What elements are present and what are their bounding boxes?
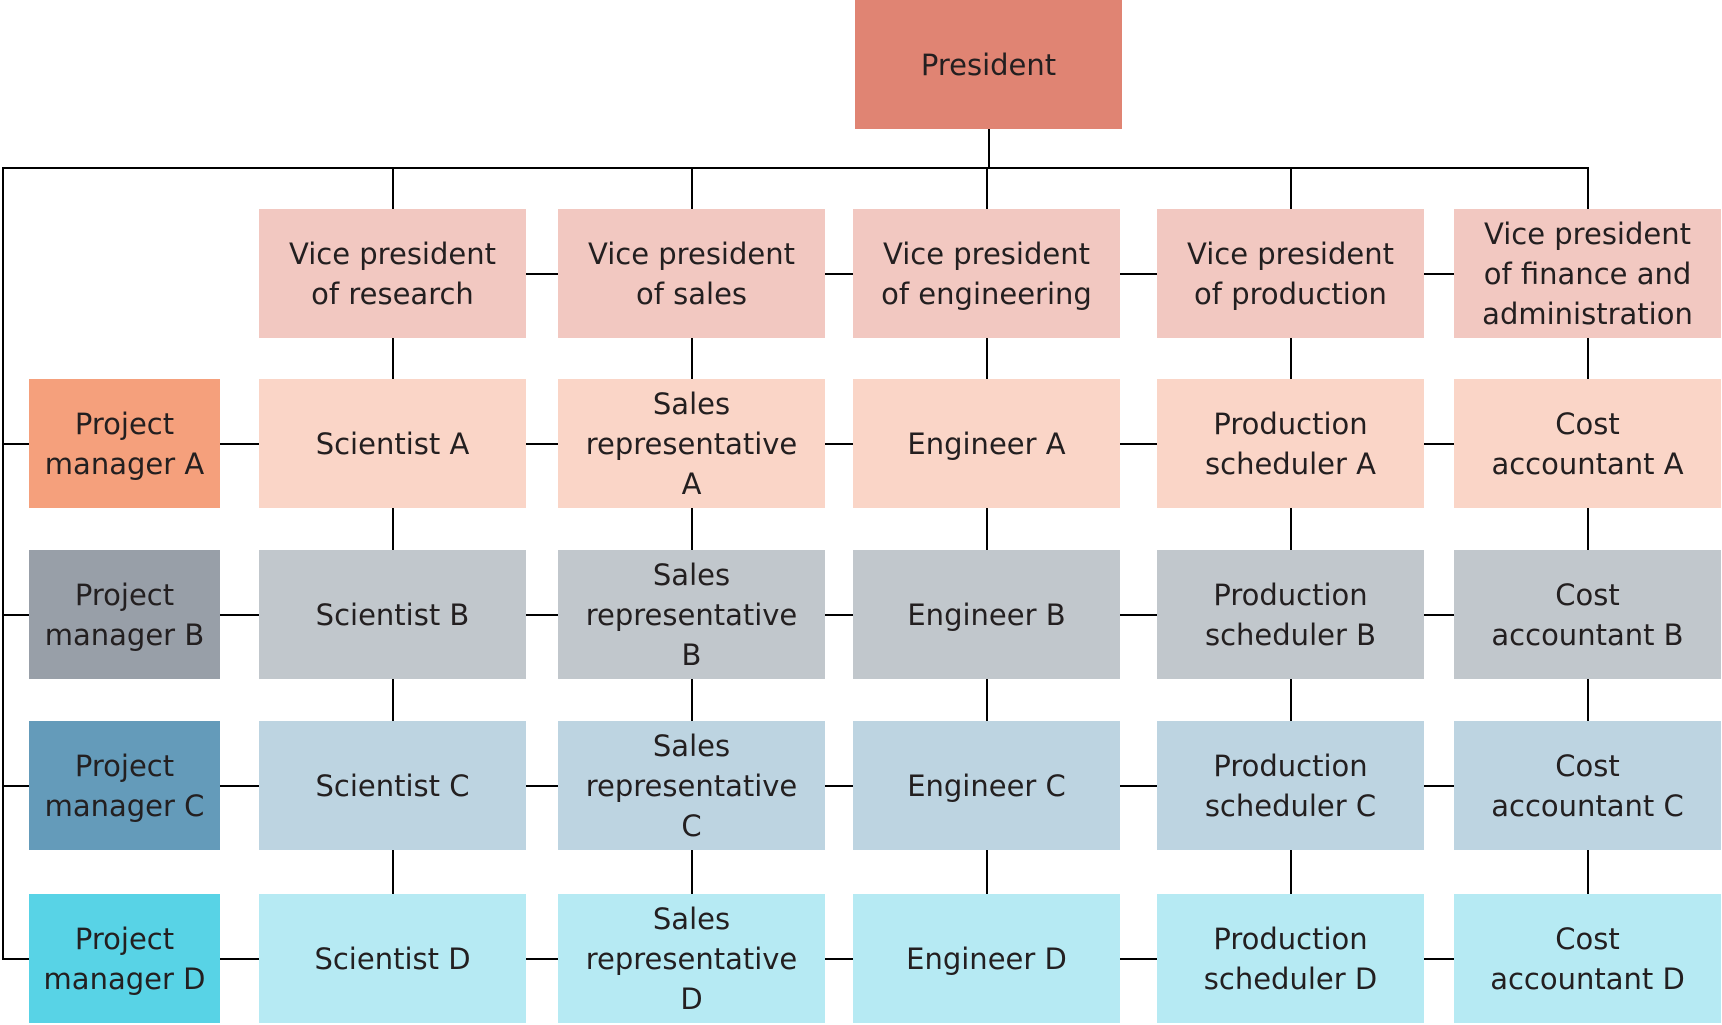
vp-research-box: Vice president of research bbox=[259, 209, 526, 338]
project-manager-a-box-label: Project manager A bbox=[44, 406, 205, 481]
project-manager-b-box: Project manager B bbox=[29, 550, 220, 679]
project-manager-c-box-label: Project manager C bbox=[44, 748, 205, 823]
vp-research-box-label: Vice president of research bbox=[289, 236, 496, 311]
project-manager-d-box-label: Project manager D bbox=[43, 921, 206, 996]
member-c-engineering-box: Engineer C bbox=[853, 721, 1120, 850]
vp-sales-box-label: Vice president of sales bbox=[588, 236, 795, 311]
member-d-finance-box-label: Cost accountant D bbox=[1490, 921, 1685, 996]
member-d-research-box-label: Scientist D bbox=[314, 941, 471, 976]
vp-sales-box: Vice president of sales bbox=[558, 209, 825, 338]
vp-production-box-label: Vice president of production bbox=[1187, 236, 1394, 311]
member-a-research-box-label: Scientist A bbox=[315, 426, 470, 461]
member-d-research-box: Scientist D bbox=[259, 894, 526, 1023]
member-a-sales-box-label: Sales representative A bbox=[585, 386, 798, 501]
member-c-sales-box: Sales representative C bbox=[558, 721, 825, 850]
vp-production-box: Vice president of production bbox=[1157, 209, 1424, 338]
member-a-engineering-box: Engineer A bbox=[853, 379, 1120, 508]
member-b-research-box-label: Scientist B bbox=[315, 597, 470, 632]
vp-finance-box-label: Vice president of finance and administra… bbox=[1482, 216, 1693, 331]
president-connector bbox=[987, 129, 990, 168]
member-c-sales-box-label: Sales representative C bbox=[585, 728, 798, 843]
member-a-engineering-box-label: Engineer A bbox=[907, 426, 1066, 461]
member-a-finance-box-label: Cost accountant A bbox=[1491, 406, 1684, 481]
member-a-production-box: Production scheduler A bbox=[1157, 379, 1424, 508]
member-c-production-box: Production scheduler C bbox=[1157, 721, 1424, 850]
member-b-sales-box-label: Sales representative B bbox=[585, 557, 798, 672]
member-d-sales-box: Sales representative D bbox=[558, 894, 825, 1023]
member-b-finance-box-label: Cost accountant B bbox=[1491, 577, 1684, 652]
member-a-production-box-label: Production scheduler A bbox=[1205, 406, 1376, 481]
member-b-production-box-label: Production scheduler B bbox=[1205, 577, 1376, 652]
member-a-sales-box: Sales representative A bbox=[558, 379, 825, 508]
member-d-sales-box-label: Sales representative D bbox=[585, 901, 798, 1016]
president-box-label: President bbox=[920, 47, 1057, 82]
left-spine-line bbox=[2, 167, 4, 960]
member-c-finance-box: Cost accountant C bbox=[1454, 721, 1721, 850]
member-b-production-box: Production scheduler B bbox=[1157, 550, 1424, 679]
member-a-research-box: Scientist A bbox=[259, 379, 526, 508]
member-b-engineering-box-label: Engineer B bbox=[907, 597, 1066, 632]
member-c-engineering-box-label: Engineer C bbox=[907, 768, 1066, 803]
member-b-finance-box: Cost accountant B bbox=[1454, 550, 1721, 679]
member-d-production-box: Production scheduler D bbox=[1157, 894, 1424, 1023]
member-b-research-box: Scientist B bbox=[259, 550, 526, 679]
member-c-finance-box-label: Cost accountant C bbox=[1491, 748, 1684, 823]
matrix-org-chart: President Vice president of research Vice … bbox=[0, 0, 1722, 1025]
vp-finance-box: Vice president of finance and administra… bbox=[1454, 209, 1721, 338]
member-d-finance-box: Cost accountant D bbox=[1454, 894, 1721, 1023]
top-bus-line bbox=[2, 167, 1589, 169]
vp-engineering-box-label: Vice president of engineering bbox=[881, 236, 1092, 311]
member-b-engineering-box: Engineer B bbox=[853, 550, 1120, 679]
member-c-research-box: Scientist C bbox=[259, 721, 526, 850]
member-d-engineering-box-label: Engineer D bbox=[906, 941, 1067, 976]
president-box: President bbox=[855, 0, 1122, 129]
member-b-sales-box: Sales representative B bbox=[558, 550, 825, 679]
project-manager-b-box-label: Project manager B bbox=[44, 577, 205, 652]
member-d-engineering-box: Engineer D bbox=[853, 894, 1120, 1023]
member-a-finance-box: Cost accountant A bbox=[1454, 379, 1721, 508]
project-manager-a-box: Project manager A bbox=[29, 379, 220, 508]
vp-engineering-box: Vice president of engineering bbox=[853, 209, 1120, 338]
project-manager-c-box: Project manager C bbox=[29, 721, 220, 850]
member-c-production-box-label: Production scheduler C bbox=[1204, 748, 1377, 823]
member-c-research-box-label: Scientist C bbox=[315, 768, 470, 803]
member-d-production-box-label: Production scheduler D bbox=[1203, 921, 1378, 996]
project-manager-d-box: Project manager D bbox=[29, 894, 220, 1023]
